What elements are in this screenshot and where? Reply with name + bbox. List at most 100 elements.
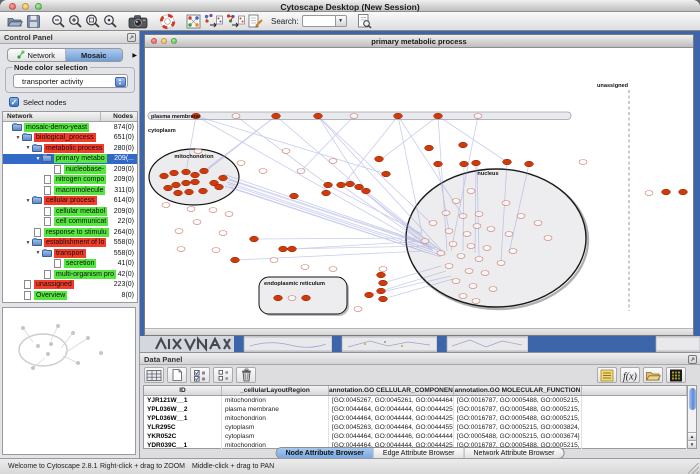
- network-node-outline[interactable]: [517, 214, 525, 219]
- help-lifesaver-icon[interactable]: [159, 13, 176, 30]
- network-node[interactable]: [290, 193, 299, 199]
- tree-item[interactable]: secretion41(0): [3, 259, 137, 270]
- network-node-outline[interactable]: [350, 114, 358, 119]
- network-node[interactable]: [172, 182, 181, 188]
- network-edge[interactable]: [301, 116, 354, 171]
- network-node-outline[interactable]: [497, 261, 505, 266]
- network-node[interactable]: [182, 180, 191, 186]
- network-node-outline[interactable]: [445, 229, 453, 234]
- network-node-outline[interactable]: [475, 257, 483, 262]
- tab-network[interactable]: Network: [8, 49, 66, 61]
- network-node-outline[interactable]: [259, 169, 267, 174]
- search-options-icon[interactable]: [356, 13, 373, 30]
- network-node-outline[interactable]: [237, 161, 245, 166]
- network-node-outline[interactable]: [329, 267, 337, 272]
- tree-item[interactable]: ▼biological_process651(0): [3, 133, 137, 144]
- network-node-outline[interactable]: [487, 227, 495, 232]
- network-node[interactable]: [322, 190, 331, 196]
- network-node[interactable]: [182, 169, 191, 175]
- search-input[interactable]: [302, 15, 335, 27]
- network-node-outline[interactable]: [193, 220, 201, 225]
- network-node-outline[interactable]: [177, 247, 185, 252]
- network-node[interactable]: [231, 257, 240, 263]
- snapshot-camera-icon[interactable]: [128, 13, 149, 30]
- tree-column-nodes[interactable]: Nodes: [101, 112, 137, 121]
- network-node[interactable]: [425, 145, 434, 151]
- tree-item[interactable]: ▼metabolic process280(0): [3, 143, 137, 154]
- network-node-outline[interactable]: [187, 207, 195, 212]
- network-node-outline[interactable]: [459, 214, 467, 219]
- tree-item[interactable]: ▼cellular process614(0): [3, 196, 137, 207]
- network-node[interactable]: [219, 175, 228, 181]
- unselect-attributes-icon[interactable]: [213, 367, 233, 383]
- tree-item[interactable]: nucleobase-209(0): [3, 164, 137, 175]
- network-node[interactable]: [379, 280, 388, 286]
- scrollbar-thumb[interactable]: [689, 388, 696, 410]
- network-node-outline[interactable]: [469, 284, 477, 289]
- expand-arrow-icon[interactable]: ▼: [24, 198, 32, 204]
- tree-item[interactable]: nitrogen compo209(0): [3, 175, 137, 186]
- network-node[interactable]: [459, 142, 468, 148]
- network-node[interactable]: [274, 295, 283, 301]
- table-row[interactable]: YJR121W__1mitochondrion[GO:0045267, GO:0…: [144, 396, 687, 405]
- network-node-outline[interactable]: [429, 221, 437, 226]
- network-node-outline[interactable]: [544, 236, 552, 241]
- network-node-outline[interactable]: [505, 232, 513, 237]
- edit-network-icon[interactable]: [247, 13, 264, 30]
- delete-attribute-icon[interactable]: [236, 367, 256, 383]
- network-node-outline[interactable]: [449, 242, 457, 247]
- tree-item[interactable]: Overview8(0): [3, 290, 137, 301]
- network-node[interactable]: [662, 189, 671, 195]
- expand-arrow-icon[interactable]: ▼: [24, 145, 32, 151]
- attribute-matrix-icon[interactable]: [666, 367, 686, 383]
- network-node-outline[interactable]: [194, 149, 202, 154]
- network-node[interactable]: [525, 161, 534, 167]
- network-node[interactable]: [434, 113, 443, 119]
- network-node[interactable]: [382, 171, 391, 177]
- attribute-list-icon[interactable]: [597, 367, 617, 383]
- network-node[interactable]: [346, 181, 355, 187]
- search-dropdown-arrow-icon[interactable]: ▼: [335, 15, 347, 27]
- network-node-outline[interactable]: [225, 212, 233, 217]
- birdseye-view-panel[interactable]: [2, 307, 136, 455]
- network-canvas[interactable]: plasma membranecytoplasmmitochondrionnuc…: [145, 48, 693, 329]
- table-row[interactable]: YPL036W__2plasma membrane[GO:0044464, GO…: [144, 405, 687, 414]
- tab-network-attribute-browser[interactable]: Network Attribute Browser: [464, 448, 563, 458]
- network-node-outline[interactable]: [301, 265, 309, 270]
- tree-item[interactable]: ▼primary metabo209(...: [3, 154, 137, 165]
- table-row[interactable]: YPL036W__1mitochondrion[GO:0044464, GO:0…: [144, 414, 687, 423]
- table-mode-icon[interactable]: [144, 367, 164, 383]
- network-node[interactable]: [288, 246, 297, 252]
- tree-item[interactable]: macromolecule311(0): [3, 185, 137, 196]
- network-overview-icon[interactable]: [186, 13, 201, 30]
- table-row[interactable]: YLR295Ccytoplasm[GO:0045263, GO:0044464,…: [144, 423, 687, 432]
- network-node[interactable]: [200, 168, 209, 174]
- network-node-outline[interactable]: [288, 296, 296, 301]
- network-node-outline[interactable]: [475, 212, 483, 217]
- table-row[interactable]: YKR052Ccytoplasm[GO:0044464, GO:0044446,…: [144, 432, 687, 441]
- network-node[interactable]: [324, 182, 333, 188]
- network-node-outline[interactable]: [502, 201, 510, 206]
- network-node-outline[interactable]: [437, 251, 445, 256]
- scroll-up-icon[interactable]: ▲: [688, 432, 696, 440]
- tab-mosaic[interactable]: Mosaic: [66, 49, 123, 61]
- zoom-fit-icon[interactable]: [85, 13, 101, 30]
- network-node-outline[interactable]: [481, 271, 489, 276]
- network-node[interactable]: [170, 170, 179, 176]
- network-node[interactable]: [394, 113, 403, 119]
- network-node-outline[interactable]: [219, 231, 227, 236]
- tab-overflow-arrow-icon[interactable]: ▶: [132, 52, 137, 59]
- network-node-outline[interactable]: [232, 114, 240, 119]
- tree-item[interactable]: multi-organism pro42(0): [3, 269, 137, 280]
- network-node[interactable]: [215, 184, 224, 190]
- network-node[interactable]: [362, 188, 371, 194]
- network-node-outline[interactable]: [452, 279, 460, 284]
- new-network-from-selected-edges-icon[interactable]: [225, 13, 245, 30]
- network-node[interactable]: [164, 185, 173, 191]
- network-node[interactable]: [377, 272, 386, 278]
- tree-item[interactable]: mosaic-demo-yeast874(0): [3, 122, 137, 133]
- network-node[interactable]: [160, 173, 169, 179]
- network-node[interactable]: [375, 156, 384, 162]
- network-node-outline[interactable]: [212, 248, 220, 253]
- network-edge[interactable]: [254, 238, 420, 239]
